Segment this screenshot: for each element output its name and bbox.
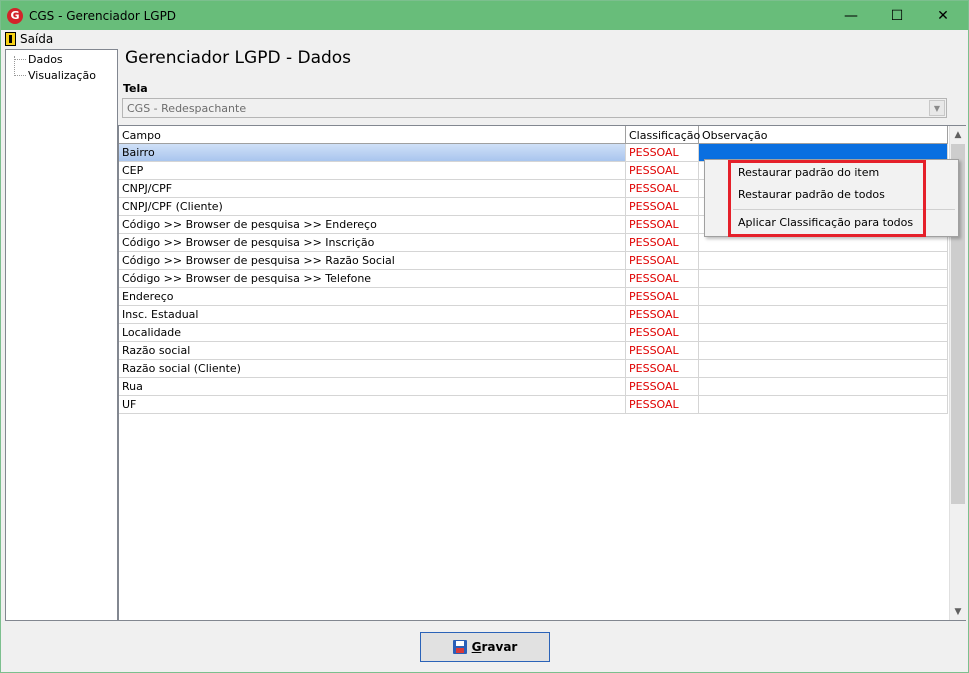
- cell-classificacao[interactable]: PESSOAL: [626, 162, 699, 179]
- cell-campo[interactable]: Localidade: [119, 324, 626, 341]
- cell-campo[interactable]: Rua: [119, 378, 626, 395]
- cell-classificacao[interactable]: PESSOAL: [626, 144, 699, 161]
- cell-campo[interactable]: Endereço: [119, 288, 626, 305]
- cell-classificacao[interactable]: PESSOAL: [626, 342, 699, 359]
- cell-campo[interactable]: Código >> Browser de pesquisa >> Razão S…: [119, 252, 626, 269]
- chevron-down-icon[interactable]: ▼: [929, 100, 945, 116]
- annotation-highlight-box: [728, 160, 926, 237]
- cell-observacao[interactable]: [699, 324, 948, 341]
- tree-item-label: Visualização: [28, 69, 96, 82]
- table-row[interactable]: Rua PESSOAL: [119, 378, 948, 396]
- maximize-icon: ☐: [890, 7, 904, 24]
- tree-item-dados[interactable]: Dados: [14, 52, 63, 67]
- cell-observacao[interactable]: [699, 378, 948, 395]
- save-button-mnemonic: G: [471, 640, 482, 654]
- cell-campo[interactable]: Código >> Browser de pesquisa >> Telefon…: [119, 270, 626, 287]
- cell-classificacao[interactable]: PESSOAL: [626, 396, 699, 413]
- cell-classificacao[interactable]: PESSOAL: [626, 234, 699, 251]
- cell-classificacao[interactable]: PESSOAL: [626, 324, 699, 341]
- cell-classificacao[interactable]: PESSOAL: [626, 216, 699, 233]
- tree-branch: [14, 75, 26, 76]
- table-row[interactable]: Endereço PESSOAL: [119, 288, 948, 306]
- menu-bar: Saída: [1, 30, 968, 48]
- save-button[interactable]: Gravar: [420, 632, 550, 662]
- title-bar: G CGS - Gerenciador LGPD — ☐ ✕: [1, 1, 968, 30]
- close-button[interactable]: ✕: [920, 1, 966, 30]
- tela-label: Tela: [123, 82, 148, 95]
- cell-observacao[interactable]: [699, 342, 948, 359]
- table-row[interactable]: Razão social (Cliente) PESSOAL: [119, 360, 948, 378]
- cell-classificacao[interactable]: PESSOAL: [626, 198, 699, 215]
- cell-observacao[interactable]: [699, 270, 948, 287]
- page-title: Gerenciador LGPD - Dados: [125, 48, 352, 68]
- cell-observacao[interactable]: [699, 360, 948, 377]
- column-header-campo[interactable]: Campo: [119, 126, 626, 144]
- cell-campo[interactable]: Razão social: [119, 342, 626, 359]
- tela-select-value: CGS - Redespachante: [127, 101, 247, 115]
- cell-classificacao[interactable]: PESSOAL: [626, 306, 699, 323]
- cell-classificacao[interactable]: PESSOAL: [626, 180, 699, 197]
- save-button-label: ravar: [481, 640, 518, 654]
- maximize-button[interactable]: ☐: [874, 1, 920, 30]
- table-row[interactable]: Código >> Browser de pesquisa >> Razão S…: [119, 252, 948, 270]
- close-icon: ✕: [937, 7, 949, 24]
- cell-observacao[interactable]: [699, 396, 948, 413]
- cell-classificacao[interactable]: PESSOAL: [626, 288, 699, 305]
- tree-branch: [14, 59, 26, 60]
- cell-classificacao[interactable]: PESSOAL: [626, 270, 699, 287]
- floppy-disk-icon: [452, 640, 467, 654]
- table-row[interactable]: Razão social PESSOAL: [119, 342, 948, 360]
- tree-item-visualizacao[interactable]: Visualização: [14, 68, 96, 83]
- cell-observacao[interactable]: [699, 252, 948, 269]
- cell-observacao[interactable]: [699, 288, 948, 305]
- table-row[interactable]: Código >> Browser de pesquisa >> Telefon…: [119, 270, 948, 288]
- cell-campo[interactable]: Insc. Estadual: [119, 306, 626, 323]
- column-header-classificacao[interactable]: Classificação: [626, 126, 700, 144]
- grid-header: Campo Classificação Observação: [119, 126, 948, 144]
- cell-campo[interactable]: CEP: [119, 162, 626, 179]
- cell-campo[interactable]: CNPJ/CPF: [119, 180, 626, 197]
- exit-door-icon: [5, 32, 16, 46]
- table-row[interactable]: Localidade PESSOAL: [119, 324, 948, 342]
- cell-campo[interactable]: UF: [119, 396, 626, 413]
- scroll-down-icon[interactable]: ▼: [950, 603, 966, 620]
- window-title: CGS - Gerenciador LGPD: [29, 8, 177, 23]
- tree-item-label: Dados: [28, 53, 63, 66]
- cell-campo[interactable]: Bairro: [119, 144, 626, 161]
- main-window: G CGS - Gerenciador LGPD — ☐ ✕ Saída Dad…: [0, 0, 969, 673]
- cell-observacao[interactable]: [699, 306, 948, 323]
- column-header-observacao[interactable]: Observação: [699, 126, 948, 144]
- menu-exit[interactable]: Saída: [20, 32, 53, 46]
- table-row[interactable]: Insc. Estadual PESSOAL: [119, 306, 948, 324]
- minimize-button[interactable]: —: [828, 1, 874, 30]
- navigation-tree: Dados Visualização: [5, 49, 118, 621]
- scroll-up-icon[interactable]: ▲: [950, 126, 966, 143]
- cell-classificacao[interactable]: PESSOAL: [626, 378, 699, 395]
- tela-select[interactable]: CGS - Redespachante ▼: [122, 98, 947, 118]
- app-logo-icon: G: [7, 7, 23, 24]
- cell-campo[interactable]: Código >> Browser de pesquisa >> Endereç…: [119, 216, 626, 233]
- cell-campo[interactable]: CNPJ/CPF (Cliente): [119, 198, 626, 215]
- minimize-icon: —: [844, 7, 858, 24]
- cell-classificacao[interactable]: PESSOAL: [626, 252, 699, 269]
- table-row[interactable]: UF PESSOAL: [119, 396, 948, 414]
- cell-classificacao[interactable]: PESSOAL: [626, 360, 699, 377]
- cell-campo[interactable]: Código >> Browser de pesquisa >> Inscriç…: [119, 234, 626, 251]
- cell-campo[interactable]: Razão social (Cliente): [119, 360, 626, 377]
